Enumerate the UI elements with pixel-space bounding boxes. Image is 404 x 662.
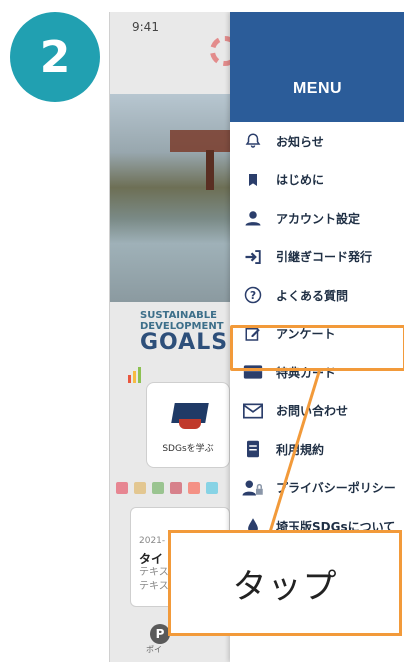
question-icon: ? bbox=[242, 285, 264, 305]
menu-header: MENU bbox=[230, 12, 404, 122]
points-label: ポイ bbox=[146, 645, 162, 654]
bookmark-icon bbox=[242, 170, 264, 190]
svg-text:?: ? bbox=[250, 290, 256, 302]
menu-item-label: お問い合わせ bbox=[276, 404, 349, 419]
document-icon bbox=[242, 439, 264, 459]
menu-item-terms[interactable]: 利用規約 bbox=[230, 430, 404, 469]
menu-item-account-settings[interactable]: アカウント設定 bbox=[230, 199, 404, 238]
tap-callout: タップ bbox=[168, 530, 402, 636]
news-body: テキス テキス bbox=[139, 566, 169, 594]
sdg-learn-card[interactable]: SDGsを学ぶ bbox=[146, 382, 230, 468]
bell-icon bbox=[242, 131, 264, 151]
sdg-learn-label: SDGsを学ぶ bbox=[162, 444, 214, 454]
tutorial-canvas: 2 9:41 SUSTAINABLE DEVELOPMENT GOALS SDG… bbox=[0, 0, 404, 662]
sdg-heading: SUSTAINABLE DEVELOPMENT bbox=[140, 310, 224, 332]
sign-in-icon bbox=[242, 247, 264, 267]
bridge-shape bbox=[170, 130, 230, 152]
menu-item-label: アンケート bbox=[276, 327, 336, 342]
points-icon[interactable]: P bbox=[150, 624, 170, 644]
news-body-line: テキス bbox=[139, 581, 169, 592]
card-icon bbox=[242, 362, 264, 382]
graduation-cap-base-icon bbox=[179, 419, 201, 429]
mail-icon bbox=[242, 401, 264, 421]
menu-item-privacy-policy[interactable]: プライバシーポリシー bbox=[230, 469, 404, 508]
menu-item-label: プライバシーポリシー bbox=[276, 481, 396, 496]
menu-item-label: お知らせ bbox=[276, 134, 324, 149]
menu-item-label: 利用規約 bbox=[276, 442, 325, 457]
news-body-line: テキス bbox=[139, 567, 169, 578]
news-title: タイ bbox=[139, 552, 164, 566]
menu-item-intro[interactable]: はじめに bbox=[230, 161, 404, 200]
user-lock-icon bbox=[242, 478, 264, 498]
bridge-pillar-shape bbox=[206, 150, 214, 190]
news-date: 2021- bbox=[139, 536, 166, 546]
tap-callout-text: タップ bbox=[232, 566, 338, 607]
hero-photo bbox=[110, 94, 230, 302]
status-time: 9:41 bbox=[132, 20, 159, 34]
color-dots-row bbox=[116, 482, 230, 494]
menu-list: お知らせ はじめに アカウント設定 引継ぎコード発行 ? よくある質問 アンケー… bbox=[230, 122, 404, 546]
goals-wordmark: GOALS bbox=[140, 330, 229, 355]
menu-item-label: 引継ぎコード発行 bbox=[276, 250, 373, 265]
edit-icon bbox=[242, 324, 264, 344]
menu-item-label: はじめに bbox=[276, 173, 325, 188]
menu-item-contact[interactable]: お問い合わせ bbox=[230, 392, 404, 431]
user-icon bbox=[242, 208, 264, 228]
menu-title: MENU bbox=[292, 80, 343, 97]
step-number-badge: 2 bbox=[10, 12, 100, 102]
menu-item-label: アカウント設定 bbox=[276, 211, 361, 226]
bar-decoration bbox=[128, 364, 148, 383]
menu-item-transfer-code[interactable]: 引継ぎコード発行 bbox=[230, 238, 404, 277]
menu-item-notice[interactable]: お知らせ bbox=[230, 122, 404, 161]
menu-item-label: よくある質問 bbox=[276, 288, 349, 303]
menu-item-faq[interactable]: ? よくある質問 bbox=[230, 276, 404, 315]
menu-item-survey[interactable]: アンケート bbox=[230, 315, 404, 354]
menu-item-label: 特典カード bbox=[276, 365, 337, 380]
